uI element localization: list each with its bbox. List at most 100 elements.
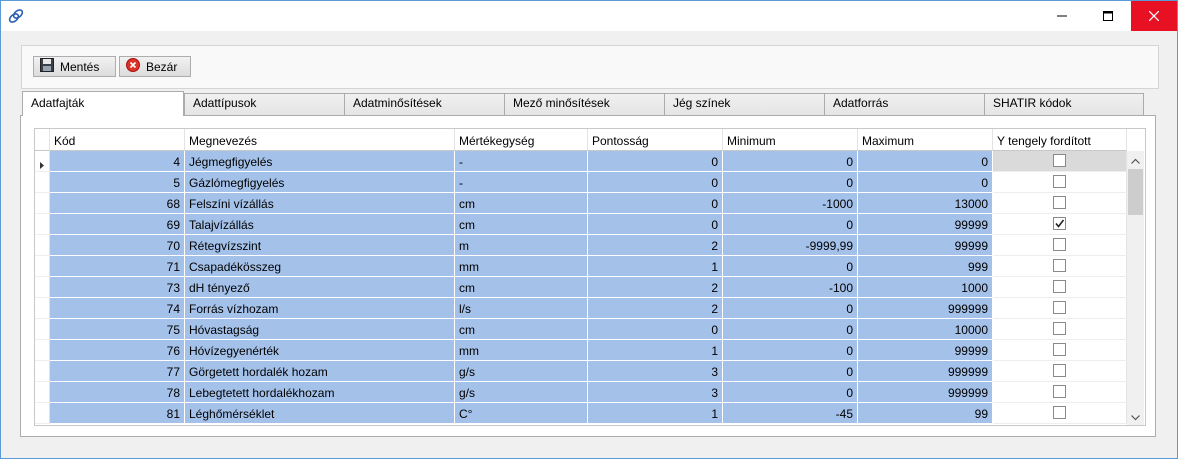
cell-minimum[interactable]: -9999,99 xyxy=(723,235,858,256)
cell-minimum[interactable]: 0 xyxy=(723,340,858,361)
cell-kod[interactable]: 5 xyxy=(50,172,185,193)
cell-megnevezes[interactable]: Rétegvízszint xyxy=(185,235,455,256)
cell-maximum[interactable]: 0 xyxy=(858,151,993,172)
minimize-button[interactable] xyxy=(1039,1,1085,31)
cell-maximum[interactable]: 999 xyxy=(858,256,993,277)
cell-minimum[interactable]: 0 xyxy=(723,382,858,403)
tab-shatir-kodok[interactable]: SHATIR kódok xyxy=(984,93,1144,115)
cell-mertekegyseg[interactable]: cm xyxy=(455,277,588,298)
cell-kod[interactable]: 68 xyxy=(50,193,185,214)
checkbox-unchecked[interactable] xyxy=(1053,301,1066,314)
cell-megnevezes[interactable]: Léghőmérséklet xyxy=(185,403,455,424)
cell-maximum[interactable]: 99999 xyxy=(858,214,993,235)
cell-pontossag[interactable]: 1 xyxy=(588,256,723,277)
table-row[interactable]: 76 Hóvízegyenérték mm 1 0 99999 xyxy=(35,340,1127,361)
cell-mertekegyseg[interactable]: - xyxy=(455,151,588,172)
cell-minimum[interactable]: -1000 xyxy=(723,193,858,214)
table-row[interactable]: 69 Talajvízállás cm 0 0 99999 xyxy=(35,214,1127,235)
cell-megnevezes[interactable]: Jégmegfigyelés xyxy=(185,151,455,172)
row-header[interactable] xyxy=(35,256,50,277)
cell-megnevezes[interactable]: Gázlómegfigyelés xyxy=(185,172,455,193)
table-row[interactable]: 78 Lebegtetett hordalékhozam g/s 3 0 999999 xyxy=(35,382,1127,403)
row-header[interactable] xyxy=(35,214,50,235)
header-col-maximum[interactable]: Maximum xyxy=(858,129,993,151)
cell-megnevezes[interactable]: dH tényező xyxy=(185,277,455,298)
cell-maximum[interactable]: 99 xyxy=(858,403,993,424)
cell-megnevezes[interactable]: Forrás vízhozam xyxy=(185,298,455,319)
cell-maximum[interactable]: 999999 xyxy=(858,298,993,319)
cell-megnevezes[interactable]: Csapadékösszeg xyxy=(185,256,455,277)
header-col-y-tengely[interactable]: Y tengely fordított xyxy=(993,129,1127,151)
tab-mezo-minositesek[interactable]: Mező minősítések xyxy=(504,93,665,115)
maximize-button[interactable] xyxy=(1085,1,1131,31)
cell-pontossag[interactable]: 0 xyxy=(588,172,723,193)
cell-minimum[interactable]: 0 xyxy=(723,319,858,340)
tab-adatfajtak[interactable]: Adatfajták xyxy=(22,91,184,116)
cell-maximum[interactable]: 10000 xyxy=(858,319,993,340)
table-row[interactable]: 77 Görgetett hordalék hozam g/s 3 0 999999 xyxy=(35,361,1127,382)
scroll-thumb[interactable] xyxy=(1128,169,1143,215)
cell-kod[interactable]: 71 xyxy=(50,256,185,277)
cell-maximum[interactable]: 99999 xyxy=(858,235,993,256)
table-row[interactable]: 71 Csapadékösszeg mm 1 0 999 xyxy=(35,256,1127,277)
cell-minimum[interactable]: 0 xyxy=(723,214,858,235)
table-row[interactable]: 75 Hóvastagság cm 0 0 10000 xyxy=(35,319,1127,340)
cell-pontossag[interactable]: 3 xyxy=(588,382,723,403)
cell-minimum[interactable]: 0 xyxy=(723,256,858,277)
cell-maximum[interactable]: 13000 xyxy=(858,193,993,214)
cell-kod[interactable]: 78 xyxy=(50,382,185,403)
cell-pontossag[interactable]: 2 xyxy=(588,277,723,298)
cell-megnevezes[interactable]: Görgetett hordalék hozam xyxy=(185,361,455,382)
row-header[interactable] xyxy=(35,235,50,256)
cell-mertekegyseg[interactable]: l/s xyxy=(455,298,588,319)
cell-kod[interactable]: 81 xyxy=(50,403,185,424)
cell-megnevezes[interactable]: Lebegtetett hordalékhozam xyxy=(185,382,455,403)
cell-mertekegyseg[interactable]: g/s xyxy=(455,361,588,382)
cell-kod[interactable]: 4 xyxy=(50,151,185,172)
cell-mertekegyseg[interactable]: C° xyxy=(455,403,588,424)
table-row[interactable]: 68 Felszíni vízállás cm 0 -1000 13000 xyxy=(35,193,1127,214)
checkbox-unchecked[interactable] xyxy=(1053,364,1066,377)
data-grid[interactable]: Kód Megnevezés Mértékegység Pontosság Minimu… xyxy=(34,128,1146,426)
checkbox-unchecked[interactable] xyxy=(1053,259,1066,272)
cell-mertekegyseg[interactable]: cm xyxy=(455,214,588,235)
checkbox-checked[interactable] xyxy=(1053,217,1066,230)
cell-megnevezes[interactable]: Talajvízállás xyxy=(185,214,455,235)
row-header[interactable] xyxy=(35,151,50,172)
cell-pontossag[interactable]: 0 xyxy=(588,214,723,235)
row-header[interactable] xyxy=(35,382,50,403)
cell-pontossag[interactable]: 2 xyxy=(588,298,723,319)
header-col-minimum[interactable]: Minimum xyxy=(723,129,858,151)
tab-jeg-szinek[interactable]: Jég színek xyxy=(664,93,825,115)
row-header[interactable] xyxy=(35,361,50,382)
row-header[interactable] xyxy=(35,340,50,361)
row-header[interactable] xyxy=(35,172,50,193)
header-col-kod[interactable]: Kód xyxy=(50,129,185,151)
cell-megnevezes[interactable]: Hóvízegyenérték xyxy=(185,340,455,361)
table-row[interactable]: 5 Gázlómegfigyelés -0 0 0 xyxy=(35,172,1127,193)
cell-pontossag[interactable]: 1 xyxy=(588,340,723,361)
cell-pontossag[interactable]: 0 xyxy=(588,319,723,340)
cell-minimum[interactable]: -100 xyxy=(723,277,858,298)
title-bar[interactable] xyxy=(1,1,1177,31)
row-header[interactable] xyxy=(35,277,50,298)
tab-adatminositesek[interactable]: Adatminősítések xyxy=(344,93,505,115)
cell-minimum[interactable]: 0 xyxy=(723,151,858,172)
cell-maximum[interactable]: 999999 xyxy=(858,382,993,403)
scroll-up-button[interactable] xyxy=(1127,151,1144,168)
table-row[interactable]: 70 Rétegvízszint m 2 -9999,99 99999 xyxy=(35,235,1127,256)
cell-mertekegyseg[interactable]: - xyxy=(455,172,588,193)
cell-kod[interactable]: 74 xyxy=(50,298,185,319)
checkbox-unchecked[interactable] xyxy=(1053,322,1066,335)
cell-pontossag[interactable]: 3 xyxy=(588,361,723,382)
cell-maximum[interactable]: 99999 xyxy=(858,340,993,361)
cell-maximum[interactable]: 1000 xyxy=(858,277,993,298)
header-col-megnevezes[interactable]: Megnevezés xyxy=(185,129,455,151)
table-row[interactable]: 73 dH tényező cm 2 -100 1000 xyxy=(35,277,1127,298)
checkbox-unchecked[interactable] xyxy=(1053,175,1066,188)
cell-mertekegyseg[interactable]: mm xyxy=(455,256,588,277)
tab-adatforras[interactable]: Adatforrás xyxy=(824,93,985,115)
checkbox-unchecked[interactable] xyxy=(1053,385,1066,398)
header-col-mertekegyseg[interactable]: Mértékegység xyxy=(455,129,588,151)
scroll-down-button[interactable] xyxy=(1127,408,1144,425)
